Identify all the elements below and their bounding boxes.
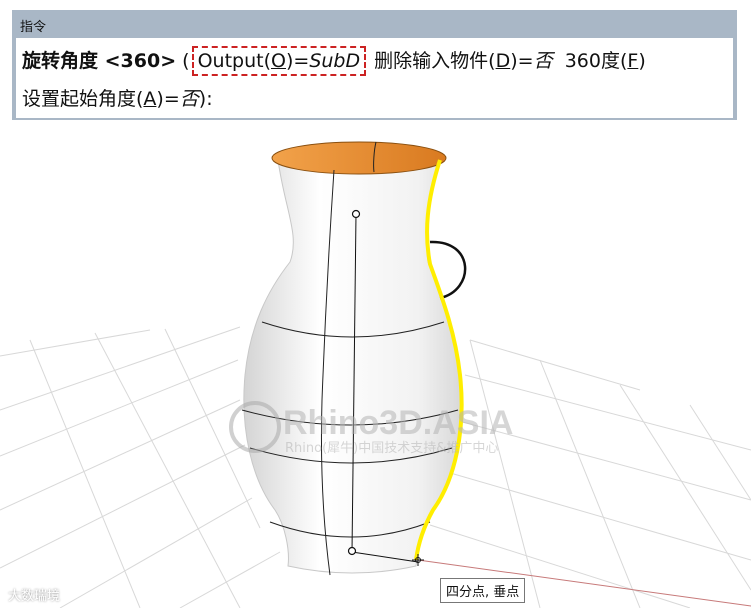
axis-start-point[interactable]	[351, 209, 361, 219]
full-angle-key: F	[627, 50, 639, 72]
full-angle-option[interactable]: 360度(F)	[565, 50, 646, 72]
output-option-label: Output(	[197, 50, 272, 72]
command-panel-title: 指令	[20, 20, 47, 35]
axis-end-point[interactable]	[347, 546, 357, 556]
start-angle-eq: )=	[156, 88, 180, 110]
output-option-key: O	[271, 50, 286, 72]
delete-input-option[interactable]: 删除输入物件(D)=否	[374, 50, 552, 72]
corner-watermark: 大数瑞境	[8, 589, 61, 604]
command-panel: 指令 旋转角度 <360> (Output(O)=SubD 删除输入物件(D)=…	[12, 10, 737, 120]
full-angle-close: )	[638, 50, 646, 72]
delete-input-key: D	[495, 50, 511, 72]
rotation-angle-prompt: 旋转角度 <360>	[22, 50, 177, 72]
watermark-title: Rhino3D.ASIA	[283, 404, 513, 442]
command-prompt-area[interactable]: 旋转角度 <360> (Output(O)=SubD 删除输入物件(D)=否 3…	[16, 38, 733, 118]
output-option-value: SubD	[309, 50, 361, 72]
open-paren: (	[182, 50, 190, 72]
full-angle-label: 360度(	[564, 50, 628, 72]
command-prompt-line-2: 设置起始角度(A)=否):	[22, 84, 213, 111]
osnap-tooltip: 四分点, 垂点	[440, 578, 526, 603]
start-angle-option[interactable]: 设置起始角度(A)=否):	[22, 88, 213, 110]
delete-input-value: 否	[533, 50, 553, 72]
delete-input-eq: )=	[510, 50, 534, 72]
output-option-eq: )=	[285, 50, 310, 72]
output-option[interactable]: Output(O)=SubD	[191, 46, 367, 76]
command-prompt-line-1: 旋转角度 <360> (Output(O)=SubD 删除输入物件(D)=否 3…	[22, 46, 646, 76]
delete-input-label: 删除输入物件(	[374, 50, 496, 72]
vase-opening	[271, 141, 447, 175]
start-angle-close: ):	[198, 88, 213, 110]
perspective-viewport[interactable]: Rhino3D.ASIA Rhino(犀牛)中国技术支持&推广中心	[0, 122, 751, 608]
start-angle-value: 否	[179, 88, 199, 110]
watermark-subtitle: Rhino(犀牛)中国技术支持&推广中心	[285, 441, 498, 456]
start-angle-key: A	[143, 88, 157, 110]
start-angle-label: 设置起始角度(	[22, 88, 144, 110]
